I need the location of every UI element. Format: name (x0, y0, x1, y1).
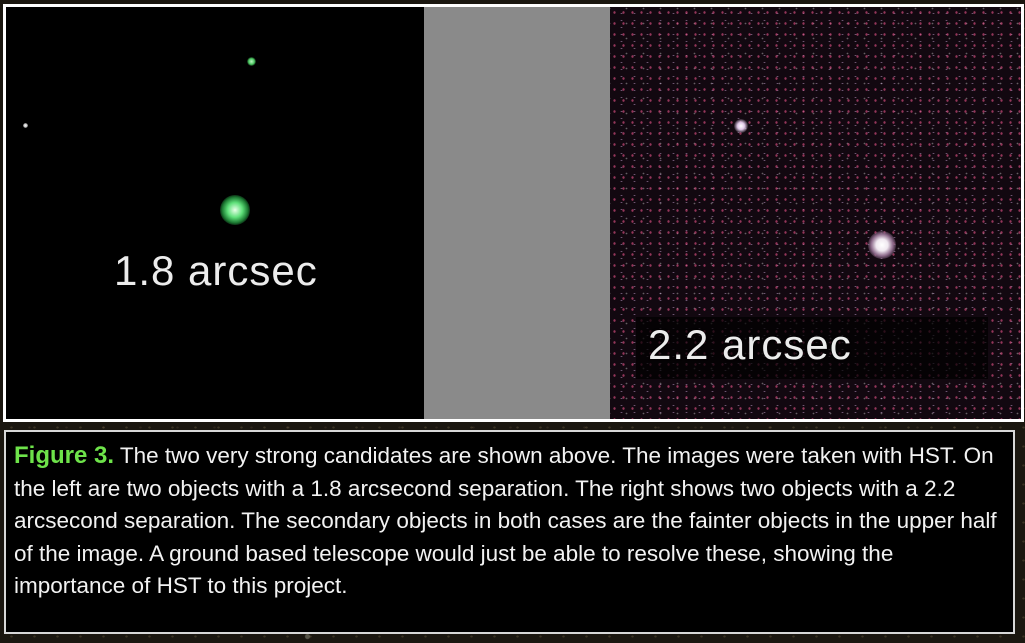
left-field-star (23, 123, 28, 128)
left-separation-label: 1.8 arcsec (114, 247, 318, 294)
right-image-panel: 2.2 arcsec (610, 7, 1021, 419)
right-primary-object (868, 231, 896, 259)
left-image-panel: 1.8 arcsec (6, 7, 424, 419)
caption-figure-number: Figure 3. (14, 442, 115, 469)
gray-divider-panel (424, 7, 610, 419)
caption-text: The two very strong candidates are shown… (14, 443, 997, 598)
left-primary-object (220, 195, 250, 225)
right-separation-label: 2.2 arcsec (648, 321, 852, 368)
right-secondary-object (734, 119, 748, 133)
figure-caption: Figure 3. The two very strong candidates… (4, 430, 1015, 634)
figure-image: 1.8 arcsec 2.2 arcsec (3, 4, 1024, 422)
left-secondary-object (247, 57, 256, 66)
